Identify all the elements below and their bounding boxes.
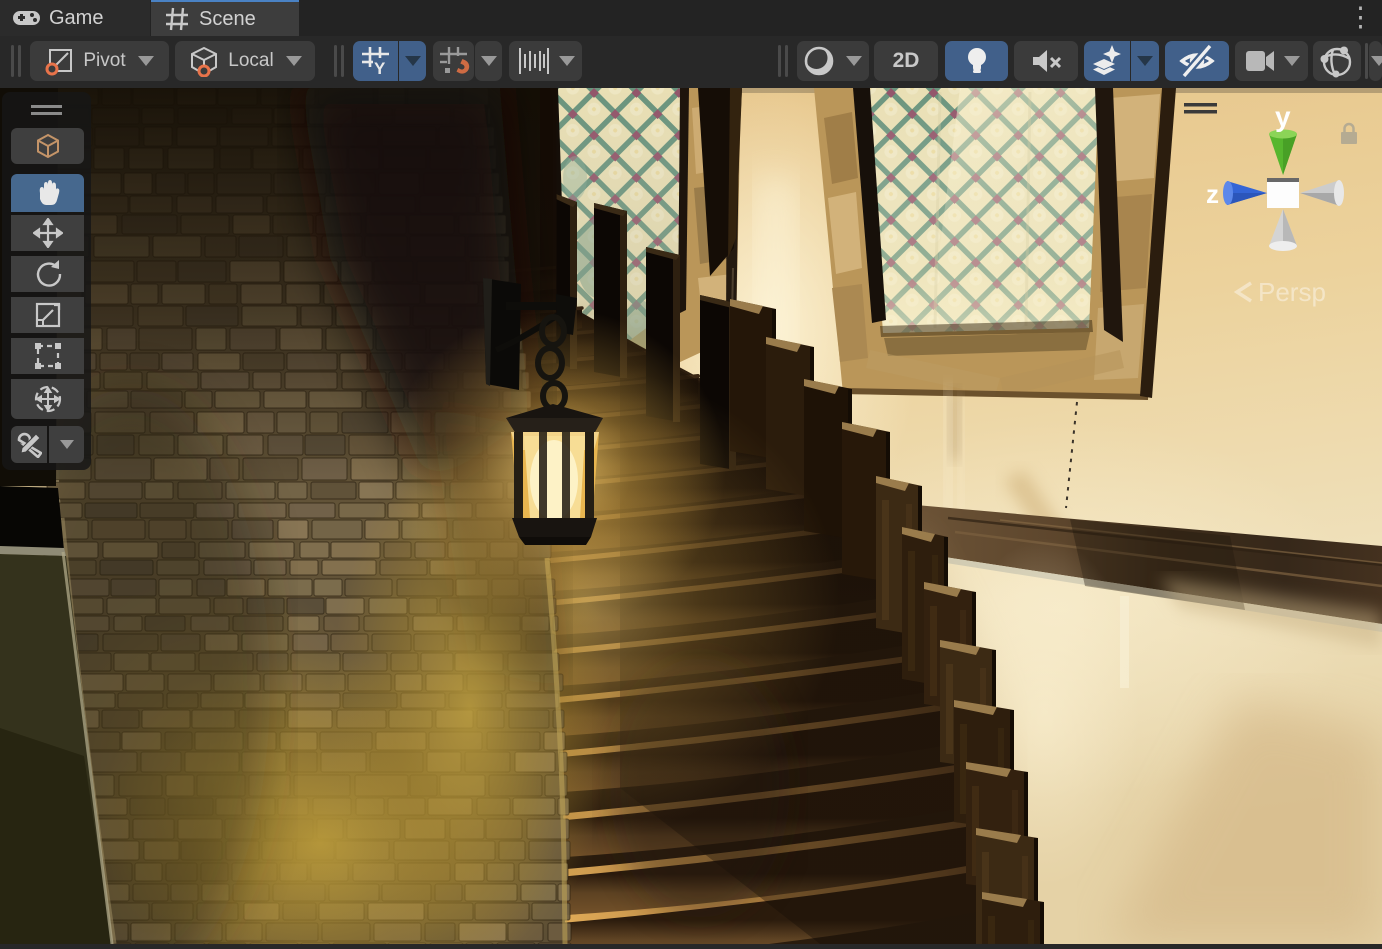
svg-text:z: z [1206,179,1219,209]
svg-text:y: y [1275,101,1291,132]
svg-text:Y: Y [374,59,386,77]
svg-text:Persp: Persp [1258,277,1326,307]
